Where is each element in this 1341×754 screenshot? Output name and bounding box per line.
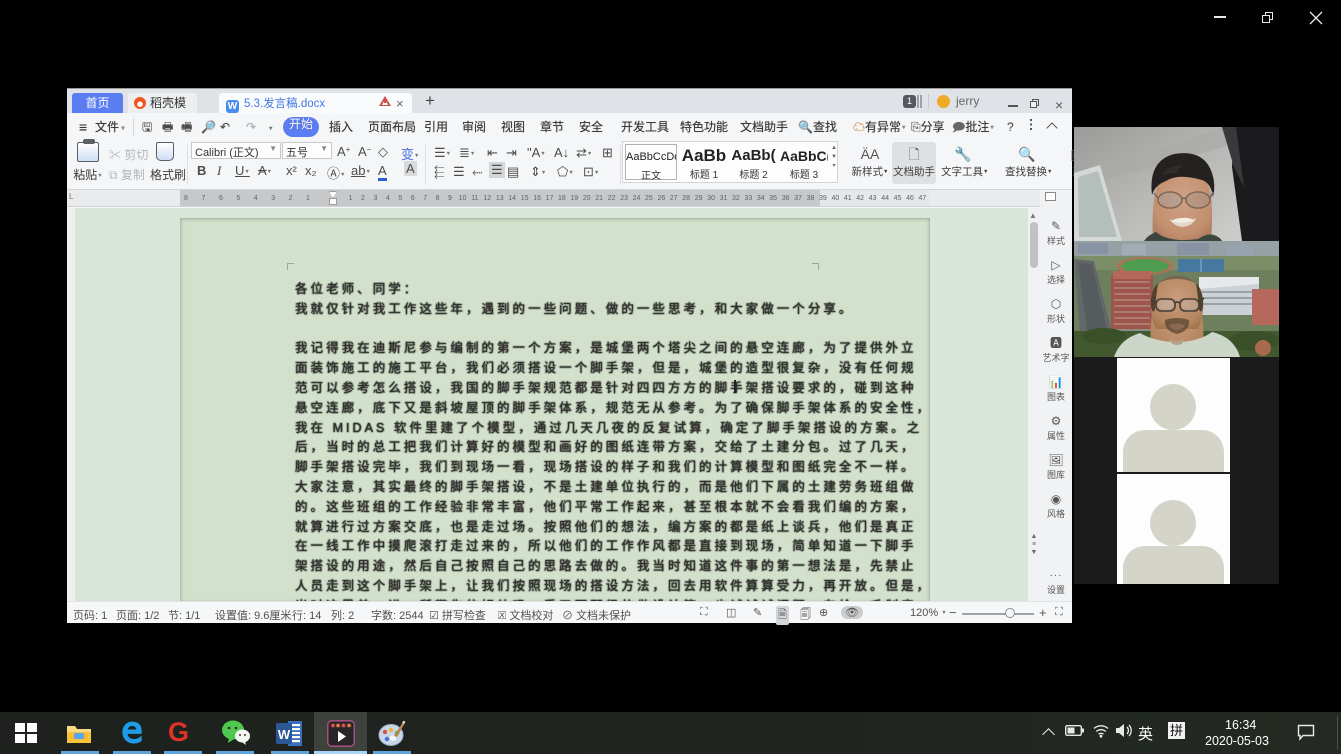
svg-text:W: W <box>278 727 291 742</box>
